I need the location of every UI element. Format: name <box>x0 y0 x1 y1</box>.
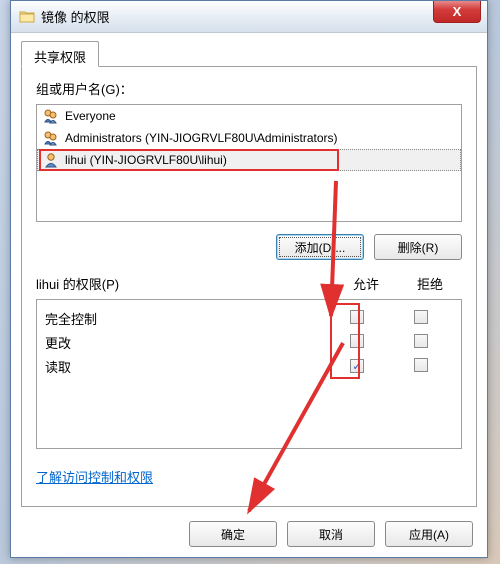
cancel-button[interactable]: 取消 <box>287 521 375 547</box>
help-link[interactable]: 了解访问控制和权限 <box>36 467 153 486</box>
checkbox-deny-full[interactable] <box>414 310 428 324</box>
user-name: lihui (YIN-JIOGRVLF80U\lihui) <box>65 153 227 167</box>
folder-icon <box>19 9 35 25</box>
perm-name: 更改 <box>45 333 325 352</box>
user-name: Everyone <box>65 109 116 123</box>
list-item[interactable]: Everyone <box>37 105 461 127</box>
col-allow: 允许 <box>334 274 398 293</box>
checkbox-allow-full[interactable] <box>350 310 364 324</box>
checkbox-allow-read[interactable]: ✓ <box>350 359 364 373</box>
permission-grid: 完全控制 更改 读取 ✓ <box>36 299 462 449</box>
list-item[interactable]: lihui (YIN-JIOGRVLF80U\lihui) <box>37 149 461 171</box>
checkbox-deny-change[interactable] <box>414 334 428 348</box>
tab-label: 共享权限 <box>34 50 86 65</box>
user-icon <box>43 152 59 168</box>
perm-name: 读取 <box>45 357 325 376</box>
list-item[interactable]: Administrators (YIN-JIOGRVLF80U\Administ… <box>37 127 461 149</box>
users-icon <box>43 108 59 124</box>
checkbox-allow-change[interactable] <box>350 334 364 348</box>
col-deny: 拒绝 <box>398 274 462 293</box>
perm-name: 完全控制 <box>45 309 325 328</box>
user-list[interactable]: Everyone Administrators (YIN-JIOGRVLF80U… <box>36 104 462 222</box>
close-button[interactable]: X <box>433 1 481 23</box>
apply-button[interactable]: 应用(A) <box>385 521 473 547</box>
user-name: Administrators (YIN-JIOGRVLF80U\Administ… <box>65 131 338 145</box>
table-row: 更改 <box>45 330 453 354</box>
close-icon: X <box>453 4 462 19</box>
group-users-label: 组或用户名(G)： <box>36 79 462 98</box>
users-icon <box>43 130 59 146</box>
ok-button[interactable]: 确定 <box>189 521 277 547</box>
tab-share-permissions[interactable]: 共享权限 <box>21 41 99 67</box>
table-row: 读取 ✓ <box>45 354 453 378</box>
add-button[interactable]: 添加(D)... <box>276 234 364 260</box>
checkbox-deny-read[interactable] <box>414 358 428 372</box>
table-row: 完全控制 <box>45 306 453 330</box>
window-title: 镜像 的权限 <box>41 7 487 26</box>
permissions-for-label: lihui 的权限(P) <box>36 274 334 293</box>
remove-button[interactable]: 删除(R) <box>374 234 462 260</box>
